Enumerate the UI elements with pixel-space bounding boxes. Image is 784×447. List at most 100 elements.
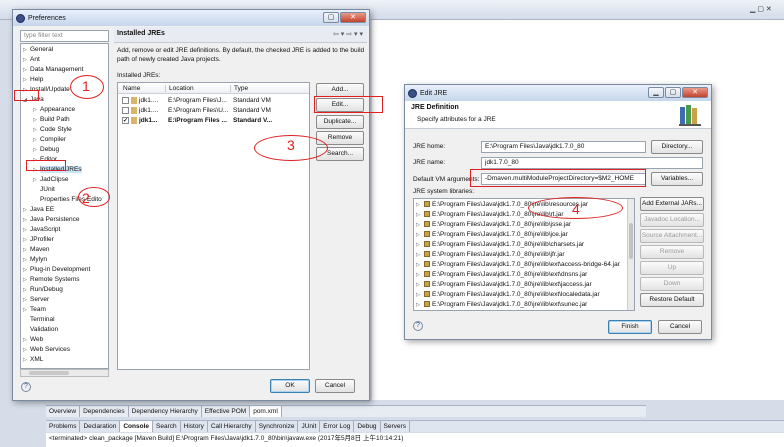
table-row[interactable]: ✓ jdk1... E:\Program Files ... Standard … xyxy=(118,116,309,126)
tab-effective-pom[interactable]: Effective POM xyxy=(202,406,251,417)
tree-data-management[interactable]: ▷ Data Management xyxy=(23,65,83,75)
tree-terminal[interactable]: Terminal xyxy=(30,315,55,325)
tree-scroll-thumb[interactable] xyxy=(29,371,69,375)
filter-input[interactable]: type filter text xyxy=(20,30,109,42)
tree-code-style[interactable]: ▷ Code Style xyxy=(33,125,72,135)
jre-definition-subheading: Specify attributes for a JRE xyxy=(417,116,496,123)
column-name[interactable]: Name xyxy=(123,85,140,92)
tree-jprofiler[interactable]: ▷ JProfiler xyxy=(23,235,54,245)
tab-dependency-hierarchy[interactable]: Dependency Hierarchy xyxy=(129,406,202,417)
list-item[interactable]: ▷ E:\Program Files\Java\jdk1.7.0_80\jre\l… xyxy=(416,230,568,240)
duplicate-jre-button[interactable]: Duplicate... xyxy=(316,115,364,129)
tree-team[interactable]: ▷ Team xyxy=(23,305,46,315)
list-item[interactable]: ▷ E:\Program Files\Java\jdk1.7.0_80\jre\l… xyxy=(416,300,587,310)
tree-junit[interactable]: JUnit xyxy=(40,185,55,195)
annotation-installed-jres-box xyxy=(26,160,66,171)
annotation-java-box xyxy=(14,90,39,101)
tree-server[interactable]: ▷ Server xyxy=(23,295,49,305)
tab-synchronize[interactable]: Synchronize xyxy=(256,421,299,432)
tree-xml[interactable]: ▷ XML xyxy=(23,355,43,365)
jre-name-label: JRE name: xyxy=(413,159,446,166)
tree-jadclipse[interactable]: ▷ JadClipse xyxy=(33,175,69,185)
help-icon[interactable]: ? xyxy=(413,321,423,331)
tree-help[interactable]: ▷ Help xyxy=(23,75,43,85)
variables-button[interactable]: Variables... xyxy=(651,172,703,186)
list-item[interactable]: ▷ E:\Program Files\Java\jdk1.7.0_80\jre\l… xyxy=(416,270,587,280)
table-row[interactable]: jdk1.... E:\Program Files\U... Standard … xyxy=(118,106,309,116)
list-item[interactable]: ▷ E:\Program Files\Java\jdk1.7.0_80\jre\l… xyxy=(416,220,571,230)
tab-console[interactable]: Console xyxy=(120,421,154,432)
row-checkbox[interactable] xyxy=(122,97,129,104)
ok-button[interactable]: OK xyxy=(270,379,310,393)
jre-home-input[interactable]: E:\Program Files\Java\jdk1.7.0_80 xyxy=(481,141,646,153)
finish-button[interactable]: Finish xyxy=(608,320,652,334)
javadoc-location-button[interactable]: Javadoc Location... xyxy=(640,213,704,227)
add-external-jars-button[interactable]: Add External JARs... xyxy=(640,197,704,211)
tab-call-hierarchy[interactable]: Call Hierarchy xyxy=(208,421,256,432)
tree-build-path[interactable]: ▷ Build Path xyxy=(33,115,70,125)
source-attachment-button[interactable]: Source Attachment... xyxy=(640,229,704,243)
add-jre-button[interactable]: Add... xyxy=(316,83,364,97)
directory-button[interactable]: Directory... xyxy=(651,140,703,154)
tree-java-persistence[interactable]: ▷ Java Persistence xyxy=(23,215,80,225)
tree-compiler[interactable]: ▷ Compiler xyxy=(33,135,66,145)
tree-ant[interactable]: ▷ Ant xyxy=(23,55,40,65)
tab-dependencies[interactable]: Dependencies xyxy=(80,406,129,417)
close-button[interactable]: ✕ xyxy=(340,12,366,23)
libraries-scrollbar[interactable] xyxy=(627,199,634,310)
libraries-scroll-thumb[interactable] xyxy=(629,223,633,259)
nav-arrows-icon[interactable]: ⇦ ▾ ⇨ ▾ ▾ xyxy=(333,30,363,38)
tree-java-ee[interactable]: ▷ Java EE xyxy=(23,205,54,215)
tab-servers[interactable]: Servers xyxy=(381,421,410,432)
tree-mylyn[interactable]: ▷ Mylyn xyxy=(23,255,47,265)
row-checkbox-checked[interactable]: ✓ xyxy=(122,117,129,124)
tree-run-debug[interactable]: ▷ Run/Debug xyxy=(23,285,63,295)
expand-arrow-icon: ▷ xyxy=(23,347,27,353)
list-item[interactable]: ▷ E:\Program Files\Java\jdk1.7.0_80\jre\l… xyxy=(416,260,620,270)
expand-arrow-icon: ▷ xyxy=(416,242,420,248)
expand-arrow-icon: ▷ xyxy=(23,67,27,73)
tab-overview[interactable]: Overview xyxy=(46,406,81,417)
maximize-button[interactable]: ▢ xyxy=(323,12,339,23)
minimize-button[interactable]: ▁ xyxy=(648,87,664,98)
column-type[interactable]: Type xyxy=(230,85,248,92)
tab-problems[interactable]: Problems xyxy=(46,421,81,432)
tab-declaration[interactable]: Declaration xyxy=(80,421,121,432)
tree-remote-systems[interactable]: ▷ Remote Systems xyxy=(23,275,80,285)
list-item[interactable]: ▷ E:\Program Files\Java\jdk1.7.0_80\jre\l… xyxy=(416,290,600,300)
row-checkbox[interactable] xyxy=(122,107,129,114)
list-item[interactable]: ▷ E:\Program Files\Java\jdk1.7.0_80\jre\l… xyxy=(416,240,584,250)
tree-validation[interactable]: Validation xyxy=(30,325,58,335)
remove-library-button[interactable]: Remove xyxy=(640,245,704,259)
tree-web[interactable]: ▷ Web xyxy=(23,335,43,345)
tree-maven[interactable]: ▷ Maven xyxy=(23,245,50,255)
tree-appearance[interactable]: ▷ Appearance xyxy=(33,105,75,115)
tab-search[interactable]: Search xyxy=(153,421,181,432)
maximize-button[interactable]: ▢ xyxy=(665,87,681,98)
column-location[interactable]: Location xyxy=(165,85,194,92)
cancel-button[interactable]: Cancel xyxy=(315,379,355,393)
tree-debug[interactable]: ▷ Debug xyxy=(33,145,59,155)
up-button[interactable]: Up xyxy=(640,261,704,275)
tree-javascript[interactable]: ▷ JavaScript xyxy=(23,225,60,235)
jre-name-input[interactable]: jdk1.7.0_80 xyxy=(481,157,703,169)
tab-error-log[interactable]: Error Log xyxy=(320,421,355,432)
tab-history[interactable]: History xyxy=(181,421,208,432)
tab-debug[interactable]: Debug xyxy=(354,421,381,432)
tree-web-services[interactable]: ▷ Web Services xyxy=(23,345,70,355)
close-button[interactable]: ✕ xyxy=(682,87,708,98)
tab-junit[interactable]: JUnit xyxy=(298,421,321,432)
down-button[interactable]: Down xyxy=(640,277,704,291)
help-icon[interactable]: ? xyxy=(21,382,31,392)
cancel-edit-button[interactable]: Cancel xyxy=(658,320,702,334)
list-item[interactable]: ▷ E:\Program Files\Java\jdk1.7.0_80\jre\l… xyxy=(416,280,592,290)
restore-default-button[interactable]: Restore Default xyxy=(640,293,704,307)
expand-arrow-icon: ▷ xyxy=(416,292,420,298)
tree-plugin-development[interactable]: ▷ Plug-in Development xyxy=(23,265,90,275)
table-row[interactable]: jdk1.... E:\Program Files\J... Standard … xyxy=(118,96,309,106)
tree-general[interactable]: ▷ General xyxy=(23,45,53,55)
jar-icon xyxy=(424,281,430,287)
tree-hscrollbar[interactable] xyxy=(20,369,109,377)
list-item[interactable]: ▷ E:\Program Files\Java\jdk1.7.0_80\jre\l… xyxy=(416,250,565,260)
tab-pom-xml[interactable]: pom.xml xyxy=(250,406,282,417)
